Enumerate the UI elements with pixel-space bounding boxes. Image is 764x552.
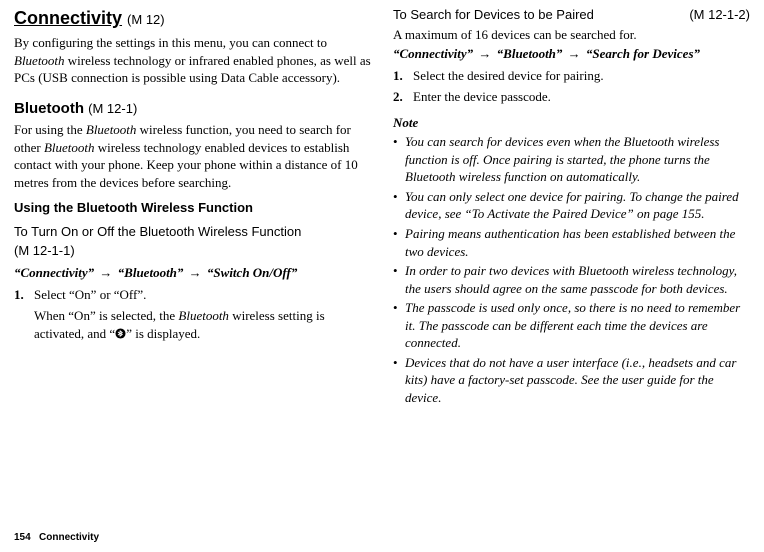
intro-bluetooth-term: Bluetooth <box>14 53 65 68</box>
arrow-icon: → <box>97 265 114 280</box>
arrow-icon: → <box>476 46 493 61</box>
connectivity-heading-text: Connectivity <box>14 8 122 28</box>
nav-path-switch: “Connectivity” → “Bluetooth” → “Switch O… <box>14 264 371 282</box>
search-procedure-title: To Search for Devices to be Paired <box>393 6 594 24</box>
toggle-procedure-title: To Turn On or Off the Bluetooth Wireless… <box>14 223 371 241</box>
note-part1: When “On” is selected, the <box>34 308 178 323</box>
note-text: Pairing means authentication has been es… <box>405 225 750 260</box>
connectivity-heading: Connectivity (M 12) <box>14 6 371 30</box>
note-bt-term: Bluetooth <box>178 308 229 323</box>
step-number: 2. <box>393 88 413 106</box>
note-item: •The passcode is used only once, so ther… <box>393 299 750 352</box>
arrow-icon: → <box>187 265 204 280</box>
bullet-icon: • <box>393 188 405 223</box>
using-bluetooth-heading: Using the Bluetooth Wireless Function <box>14 199 371 217</box>
bluetooth-icon <box>115 328 126 339</box>
connectivity-menu-code: (M 12) <box>127 12 165 27</box>
bt-body-1: For using the <box>14 122 86 137</box>
arrow-icon: → <box>566 46 583 61</box>
intro-part1: By configuring the settings in this menu… <box>14 35 327 50</box>
note-item: •Devices that do not have a user interfa… <box>393 354 750 407</box>
right-column: To Search for Devices to be Paired (M 12… <box>393 6 750 408</box>
step-text: Select the desired device for pairing. <box>413 67 750 85</box>
nav-search: “Search for Devices” <box>586 46 700 61</box>
page-footer: 154 Connectivity <box>14 531 99 545</box>
note-item: •Pairing means authentication has been e… <box>393 225 750 260</box>
bullet-icon: • <box>393 262 405 297</box>
nav-connectivity: “Connectivity” <box>393 46 473 61</box>
nav-bluetooth: “Bluetooth” <box>118 265 184 280</box>
note-item: •You can search for devices even when th… <box>393 133 750 186</box>
nav-path-search: “Connectivity” → “Bluetooth” → “Search f… <box>393 45 750 63</box>
step-text: Select “On” or “Off”. <box>34 286 371 304</box>
search-body: A maximum of 16 devices can be searched … <box>393 26 750 44</box>
note-text: In order to pair two devices with Blueto… <box>405 262 750 297</box>
note-item: •In order to pair two devices with Bluet… <box>393 262 750 297</box>
note-heading: Note <box>393 114 750 132</box>
intro-part2: wireless technology or infrared enabled … <box>14 53 371 86</box>
bullet-icon: • <box>393 299 405 352</box>
search-steps: 1. Select the desired device for pairing… <box>393 67 750 106</box>
step-number: 1. <box>393 67 413 85</box>
step-item: 2. Enter the device passcode. <box>393 88 750 106</box>
bt-term-1: Bluetooth <box>86 122 137 137</box>
step-text: Enter the device passcode. <box>413 88 750 106</box>
note-text: Devices that do not have a user interfac… <box>405 354 750 407</box>
search-title-row: To Search for Devices to be Paired (M 12… <box>393 6 750 26</box>
note-text: You can search for devices even when the… <box>405 133 750 186</box>
toggle-menu-code: (M 12-1-1) <box>14 242 371 260</box>
note-list: •You can search for devices even when th… <box>393 133 750 406</box>
nav-switch: “Switch On/Off” <box>207 265 297 280</box>
connectivity-intro: By configuring the settings in this menu… <box>14 34 371 87</box>
step-item: 1. Select the desired device for pairing… <box>393 67 750 85</box>
note-text: The passcode is used only once, so there… <box>405 299 750 352</box>
note-item: •You can only select one device for pair… <box>393 188 750 223</box>
nav-bluetooth: “Bluetooth” <box>497 46 563 61</box>
footer-section: Connectivity <box>39 532 99 543</box>
bullet-icon: • <box>393 225 405 260</box>
bt-term-2: Bluetooth <box>44 140 95 155</box>
left-column: Connectivity (M 12) By configuring the s… <box>14 6 371 408</box>
bluetooth-heading: Bluetooth (M 12-1) <box>14 99 371 119</box>
nav-connectivity: “Connectivity” <box>14 265 94 280</box>
step-item: 1. Select “On” or “Off”. <box>14 286 371 304</box>
switch-steps: 1. Select “On” or “Off”. <box>14 286 371 304</box>
bullet-icon: • <box>393 354 405 407</box>
step1-note: When “On” is selected, the Bluetooth wir… <box>34 307 371 342</box>
step-number: 1. <box>14 286 34 304</box>
bluetooth-menu-code: (M 12-1) <box>88 101 137 116</box>
bullet-icon: • <box>393 133 405 186</box>
bluetooth-body: For using the Bluetooth wireless functio… <box>14 121 371 191</box>
page-number: 154 <box>14 532 31 543</box>
bluetooth-heading-text: Bluetooth <box>14 100 84 117</box>
search-menu-code: (M 12-1-2) <box>689 6 750 24</box>
note-part3: ” is displayed. <box>126 326 200 341</box>
note-text: You can only select one device for pairi… <box>405 188 750 223</box>
